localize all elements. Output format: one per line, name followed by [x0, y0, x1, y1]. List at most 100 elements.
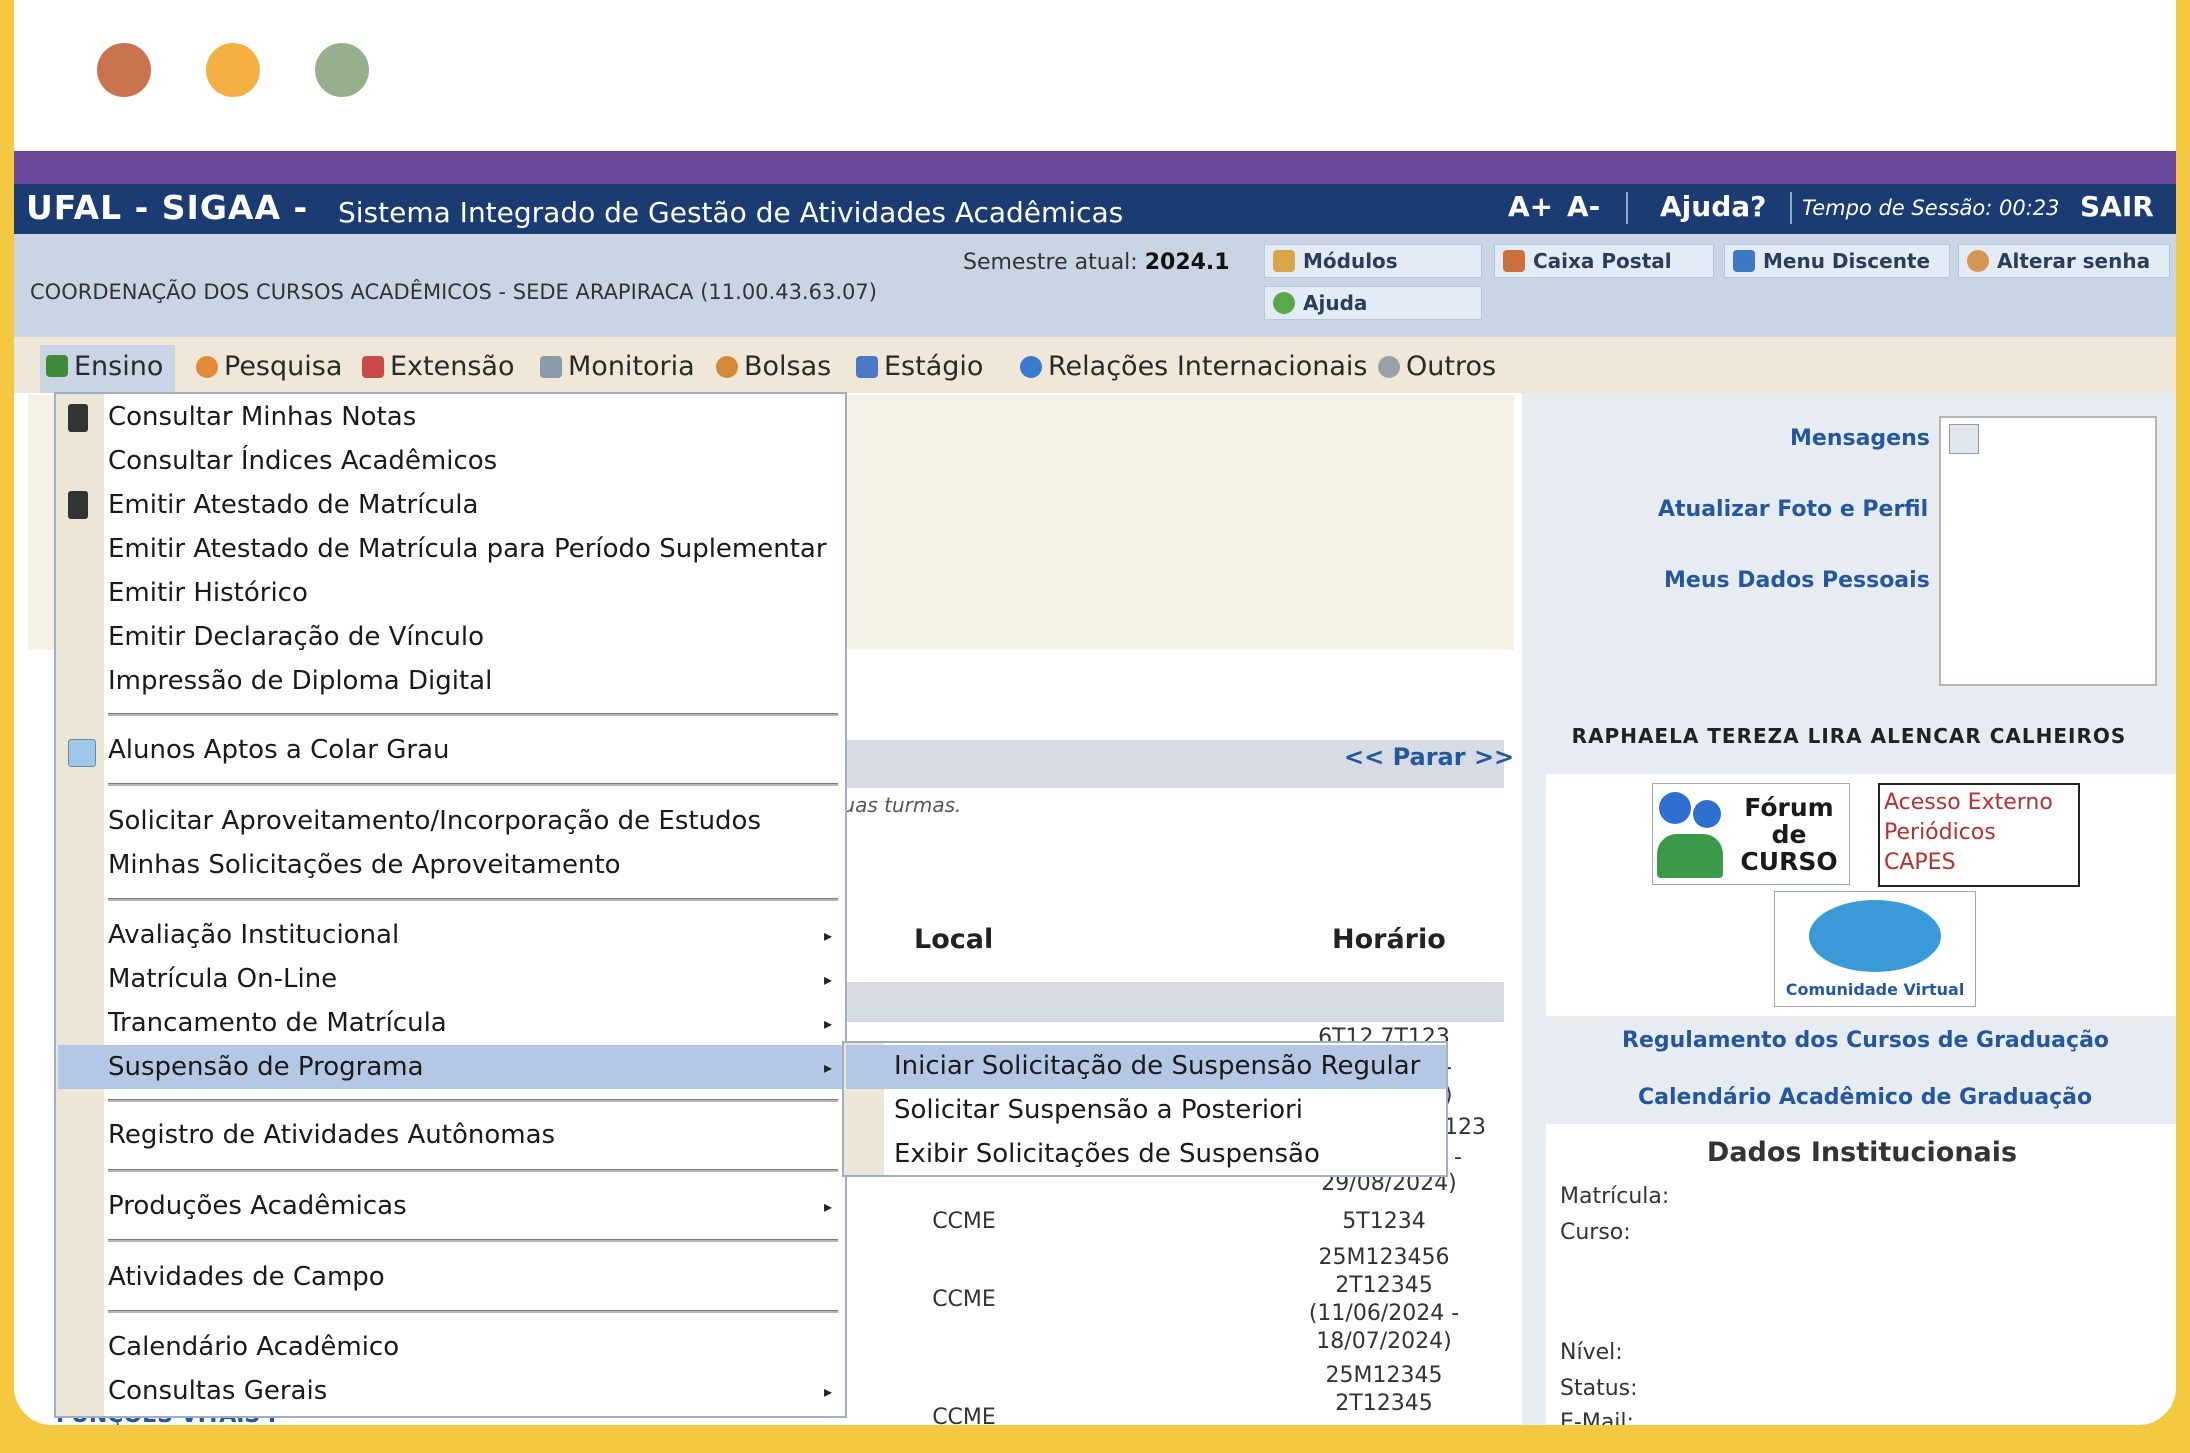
- phone-icon: [68, 404, 88, 432]
- menu-label: Ensino: [74, 350, 164, 382]
- menu-label: Pesquisa: [224, 351, 343, 382]
- atualizar-foto-link[interactable]: Atualizar Foto e Perfil: [1658, 497, 1928, 522]
- ajuda-button[interactable]: Ajuda: [1264, 286, 1482, 320]
- menu-estagio[interactable]: Estágio: [856, 351, 983, 382]
- table-cell: 123: [1444, 1115, 1486, 1140]
- menu-item-consultas-gerais[interactable]: Consultas Gerais: [108, 1376, 327, 1406]
- submenu-arrow-icon: ▸: [824, 1382, 833, 1401]
- menu-monitoria[interactable]: Monitoria: [540, 351, 695, 382]
- menu-discente-label: Menu Discente: [1763, 249, 1931, 273]
- profile-photo: [1939, 416, 2157, 686]
- submenu-arrow-icon: ▸: [824, 970, 833, 989]
- table-cell: 18/07/2024): [1316, 1329, 1452, 1354]
- phone-icon: [68, 491, 88, 519]
- menu-item-avaliacao-institucional[interactable]: Avaliação Institucional: [108, 920, 399, 950]
- menu-label: Estágio: [884, 351, 984, 382]
- table-cell: (11/06/2024 -: [1308, 1301, 1460, 1326]
- semester-label: Semestre atual:: [963, 250, 1138, 275]
- menu-item-emitir-atestado[interactable]: Emitir Atestado de Matrícula: [108, 490, 478, 520]
- main-menubar: Ensino Pesquisa Extensão Monitoria Bolsa…: [14, 337, 2176, 393]
- dropdown-separator: [108, 1310, 838, 1313]
- menu-label: Bolsas: [744, 351, 832, 382]
- gears-icon: [1378, 355, 1400, 378]
- semester-info: Semestre atual: 2024.1: [963, 250, 1230, 275]
- menu-relacoes-internacionais[interactable]: Relações Internacionais: [1020, 351, 1367, 382]
- certificate-icon: [68, 739, 96, 767]
- stop-scroll-link[interactable]: << Parar >>: [1344, 743, 1514, 771]
- monitor-icon: [540, 355, 562, 378]
- ajuda-label: Ajuda: [1303, 291, 1368, 315]
- menu-item-atividades-campo[interactable]: Atividades de Campo: [108, 1262, 385, 1292]
- table-cell: 2T12345: [1335, 1391, 1433, 1416]
- globe-icon: [1020, 355, 1042, 378]
- alterar-senha-button[interactable]: Alterar senha: [1958, 244, 2170, 278]
- capes-logo[interactable]: Acesso Externo Periódicos CAPES: [1878, 783, 2080, 887]
- menu-item-consultar-notas[interactable]: Consultar Minhas Notas: [108, 402, 416, 432]
- divider: [1790, 192, 1792, 224]
- caixa-postal-label: Caixa Postal: [1533, 249, 1672, 273]
- menu-item-trancamento[interactable]: Trancamento de Matrícula: [108, 1008, 447, 1038]
- submenu-item-suspensao-posteriori[interactable]: Solicitar Suspensão a Posteriori: [894, 1095, 1303, 1125]
- session-timer: Tempo de Sessão: 00:23: [1802, 196, 2060, 220]
- submenu-arrow-icon: ▸: [824, 1058, 833, 1077]
- menu-item-solicitar-aproveitamento[interactable]: Solicitar Aproveitamento/Incorporação de…: [108, 806, 761, 836]
- comunidade-virtual-logo[interactable]: Comunidade Virtual: [1774, 891, 1976, 1007]
- menu-bolsas[interactable]: Bolsas: [716, 351, 831, 382]
- ensino-dropdown: Consultar Minhas Notas Consultar Índices…: [54, 392, 847, 1418]
- menu-extensao[interactable]: Extensão: [362, 351, 514, 382]
- menu-item-diploma-digital[interactable]: Impressão de Diploma Digital: [108, 666, 492, 696]
- dropdown-separator: [108, 783, 838, 786]
- menu-item-alunos-aptos[interactable]: Alunos Aptos a Colar Grau: [108, 735, 450, 765]
- email-label: E-Mail:: [1560, 1410, 1634, 1425]
- font-increase-button[interactable]: A+: [1508, 190, 1553, 223]
- help-link[interactable]: Ajuda?: [1660, 190, 1766, 223]
- divider: [1626, 192, 1628, 224]
- turmas-text: suas turmas.: [832, 793, 962, 817]
- menu-item-suspensao-programa[interactable]: Suspensão de Programa: [108, 1052, 424, 1082]
- meus-dados-link[interactable]: Meus Dados Pessoais: [1664, 568, 1930, 593]
- forum-curso-logo[interactable]: Fórum de CURSO: [1652, 783, 1850, 885]
- table-cell: CCME: [932, 1209, 996, 1234]
- logout-link[interactable]: SAIR: [2080, 190, 2154, 223]
- submenu-item-exibir-solicitacoes[interactable]: Exibir Solicitações de Suspensão: [894, 1139, 1320, 1169]
- menu-item-producoes-academicas[interactable]: Produções Acadêmicas: [108, 1191, 407, 1221]
- person-icon: [716, 355, 738, 378]
- menu-item-minhas-solicitacoes[interactable]: Minhas Solicitações de Aproveitamento: [108, 850, 621, 880]
- help-icon: [1273, 292, 1295, 314]
- box-icon: [1273, 250, 1295, 272]
- regulamento-link[interactable]: Regulamento dos Cursos de Graduação: [1622, 1028, 2109, 1053]
- extension-icon: [362, 355, 384, 378]
- menu-item-matricula-online[interactable]: Matrícula On-Line: [108, 964, 337, 994]
- menu-item-emitir-historico[interactable]: Emitir Histórico: [108, 578, 308, 608]
- menu-pesquisa[interactable]: Pesquisa: [196, 351, 342, 382]
- modulos-button[interactable]: Módulos: [1264, 244, 1482, 278]
- nivel-label: Nível:: [1560, 1340, 1623, 1365]
- status-label: Status:: [1560, 1376, 1638, 1401]
- menu-discente-button[interactable]: Menu Discente: [1724, 244, 1950, 278]
- info-bar: COORDENAÇÃO DOS CURSOS ACADÊMICOS - SEDE…: [14, 234, 2176, 337]
- menu-label: Extensão: [390, 351, 515, 382]
- people-icon: [1657, 834, 1723, 878]
- submenu-item-suspensao-regular[interactable]: Iniciar Solicitação de Suspensão Regular: [894, 1051, 1420, 1081]
- dados-title: Dados Institucionais: [1706, 1137, 2018, 1168]
- submenu-arrow-icon: ▸: [824, 1197, 833, 1216]
- menu-item-declaracao-vinculo[interactable]: Emitir Declaração de Vínculo: [108, 622, 484, 652]
- table-cell: CCME: [932, 1287, 996, 1312]
- chat-bubble-icon: [1809, 900, 1941, 972]
- window-maximize-dot[interactable]: [315, 43, 369, 97]
- menu-item-emitir-atestado-suplementar[interactable]: Emitir Atestado de Matrícula para Períod…: [108, 534, 827, 564]
- table-cell: -: [1454, 1145, 1462, 1170]
- mensagens-link[interactable]: Mensagens: [1790, 426, 1930, 451]
- window-close-dot[interactable]: [97, 43, 151, 97]
- caixa-postal-button[interactable]: Caixa Postal: [1494, 244, 1714, 278]
- calendario-graduacao-link[interactable]: Calendário Acadêmico de Graduação: [1638, 1085, 2092, 1110]
- dropdown-gutter: [56, 394, 104, 1416]
- menu-outros[interactable]: Outros: [1378, 351, 1496, 382]
- menu-item-consultar-indices[interactable]: Consultar Índices Acadêmicos: [108, 446, 497, 476]
- window-minimize-dot[interactable]: [206, 43, 260, 97]
- menu-item-atividades-autonomas[interactable]: Registro de Atividades Autônomas: [108, 1120, 555, 1150]
- menu-item-calendario-academico[interactable]: Calendário Acadêmico: [108, 1332, 399, 1362]
- menu-ensino[interactable]: Ensino: [40, 345, 176, 393]
- font-decrease-button[interactable]: A-: [1567, 190, 1600, 223]
- title-bar: UFAL - SIGAA - Sistema Integrado de Gest…: [14, 184, 2176, 234]
